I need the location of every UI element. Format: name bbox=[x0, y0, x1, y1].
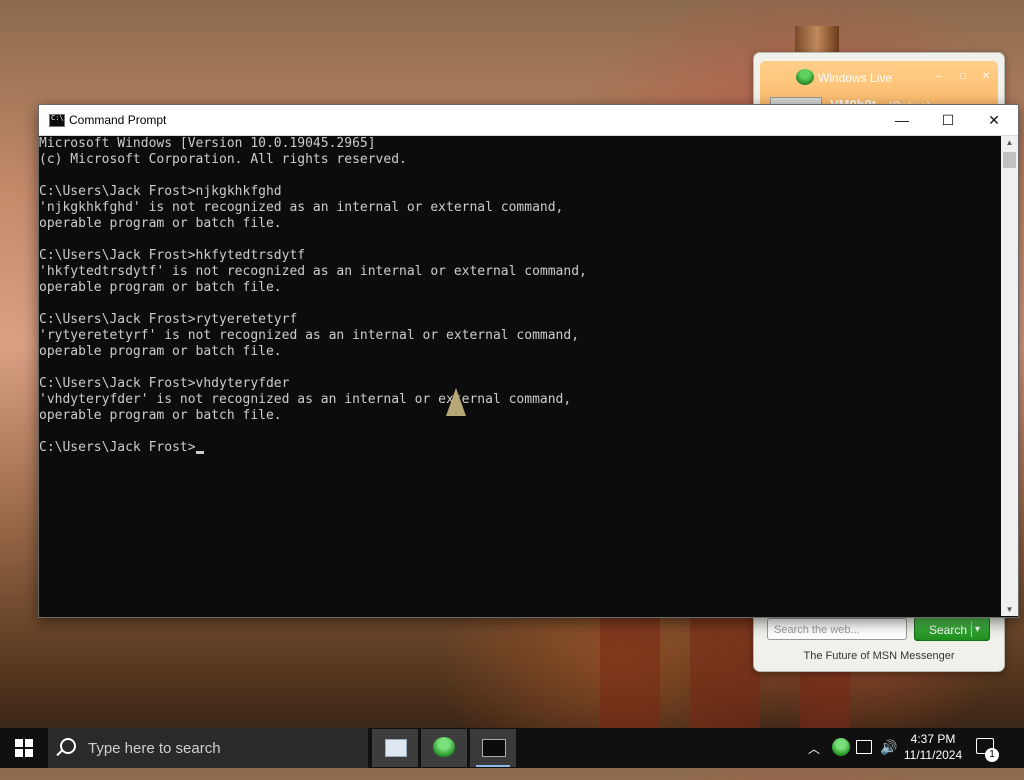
volume-icon[interactable]: 🔊 bbox=[880, 739, 897, 779]
console-line: operable program or batch file. bbox=[39, 408, 282, 423]
console-lines: Microsoft Windows [Version 10.0.19045.29… bbox=[39, 136, 1001, 440]
active-indicator bbox=[476, 765, 510, 767]
console-line: C:\Users\Jack Frost>hkfytedtrsdytf bbox=[39, 248, 306, 263]
console-line: 'vhdyteryfder' is not recognized as an i… bbox=[39, 392, 572, 407]
taskbar-search[interactable]: Type here to search bbox=[48, 728, 368, 768]
console-line: operable program or batch file. bbox=[39, 344, 282, 359]
scroll-up-icon[interactable]: ▲ bbox=[1001, 138, 1018, 147]
web-search-button-label: Search bbox=[929, 623, 968, 637]
console-line: (c) Microsoft Corporation. All rights re… bbox=[39, 152, 407, 167]
minimize-button[interactable]: — bbox=[879, 105, 925, 135]
mouse-pointer-icon bbox=[446, 388, 466, 416]
windows-logo-icon bbox=[15, 739, 33, 757]
console-prompt-line[interactable]: C:\Users\Jack Frost> bbox=[39, 440, 1001, 456]
console-line: Microsoft Windows [Version 10.0.19045.29… bbox=[39, 136, 376, 151]
taskbar-app-messenger[interactable] bbox=[421, 729, 467, 767]
clock-time: 4:37 PM bbox=[910, 732, 956, 746]
scroll-down-icon[interactable]: ▼ bbox=[1001, 605, 1018, 614]
file-explorer-icon bbox=[385, 739, 407, 757]
title-bar[interactable]: C:\ Command Prompt — ☐ ✕ bbox=[39, 105, 1018, 136]
console-line: C:\Users\Jack Frost>rytyeretetyrf bbox=[39, 312, 298, 327]
messenger-title: Windows Live bbox=[818, 71, 893, 85]
divider bbox=[971, 621, 972, 637]
msn-messenger-icon bbox=[433, 737, 455, 757]
messenger-logo-icon bbox=[796, 69, 814, 85]
wallpaper-figure bbox=[600, 600, 660, 728]
text-cursor bbox=[195, 451, 204, 454]
messenger-maximize-button[interactable]: □ bbox=[960, 71, 966, 82]
chevron-up-icon[interactable]: ︿ bbox=[808, 740, 820, 780]
scrollbar[interactable]: ▲ ▼ bbox=[1001, 136, 1018, 616]
console-line: operable program or batch file. bbox=[39, 280, 282, 295]
notification-badge: 1 bbox=[985, 748, 999, 762]
maximize-button[interactable]: ☐ bbox=[925, 105, 971, 135]
command-prompt-icon: C:\ bbox=[49, 114, 65, 127]
web-search-input[interactable]: Search the web... bbox=[767, 618, 907, 640]
command-prompt-icon bbox=[482, 739, 506, 757]
taskbar: Type here to search ︿ 🔊 4:37 PM 11/11/20… bbox=[0, 728, 1024, 768]
wallpaper-thumbnail bbox=[795, 26, 839, 52]
console-line: 'hkfytedtrsdytf' is not recognized as an… bbox=[39, 264, 587, 279]
messenger-footer[interactable]: The Future of MSN Messenger bbox=[754, 650, 1004, 662]
start-button[interactable] bbox=[0, 728, 48, 768]
console-prompt: C:\Users\Jack Frost> bbox=[39, 440, 196, 455]
wallpaper-figure bbox=[690, 600, 760, 728]
messenger-close-button[interactable]: ✕ bbox=[982, 71, 990, 82]
tray-messenger-icon[interactable] bbox=[832, 738, 850, 756]
taskbar-app-command-prompt[interactable] bbox=[470, 729, 516, 767]
clock-date: 11/11/2024 bbox=[903, 748, 963, 762]
console-line: 'rytyeretetyrf' is not recognized as an … bbox=[39, 328, 580, 343]
taskbar-app-explorer[interactable] bbox=[372, 729, 418, 767]
command-prompt-window[interactable]: C:\ Command Prompt — ☐ ✕ Microsoft Windo… bbox=[38, 104, 1019, 618]
scrollbar-thumb[interactable] bbox=[1003, 152, 1016, 168]
console-line: C:\Users\Jack Frost>njkgkhkfghd bbox=[39, 184, 282, 199]
taskbar-search-placeholder: Type here to search bbox=[88, 740, 221, 757]
console-line: 'njkgkhkfghd' is not recognized as an in… bbox=[39, 200, 564, 215]
console-line: C:\Users\Jack Frost>vhdyteryfder bbox=[39, 376, 290, 391]
console-output[interactable]: Microsoft Windows [Version 10.0.19045.29… bbox=[39, 136, 1001, 616]
window-title: Command Prompt bbox=[69, 113, 167, 127]
close-button[interactable]: ✕ bbox=[971, 105, 1017, 135]
chevron-down-icon[interactable]: ▾ bbox=[975, 618, 980, 642]
web-search-button[interactable]: Search ▾ bbox=[914, 617, 990, 641]
clock[interactable]: 4:37 PM 11/11/2024 bbox=[902, 731, 964, 763]
network-icon[interactable] bbox=[856, 740, 872, 754]
console-line: operable program or batch file. bbox=[39, 216, 282, 231]
messenger-minimize-button[interactable]: – bbox=[936, 71, 942, 82]
search-icon bbox=[60, 738, 76, 754]
